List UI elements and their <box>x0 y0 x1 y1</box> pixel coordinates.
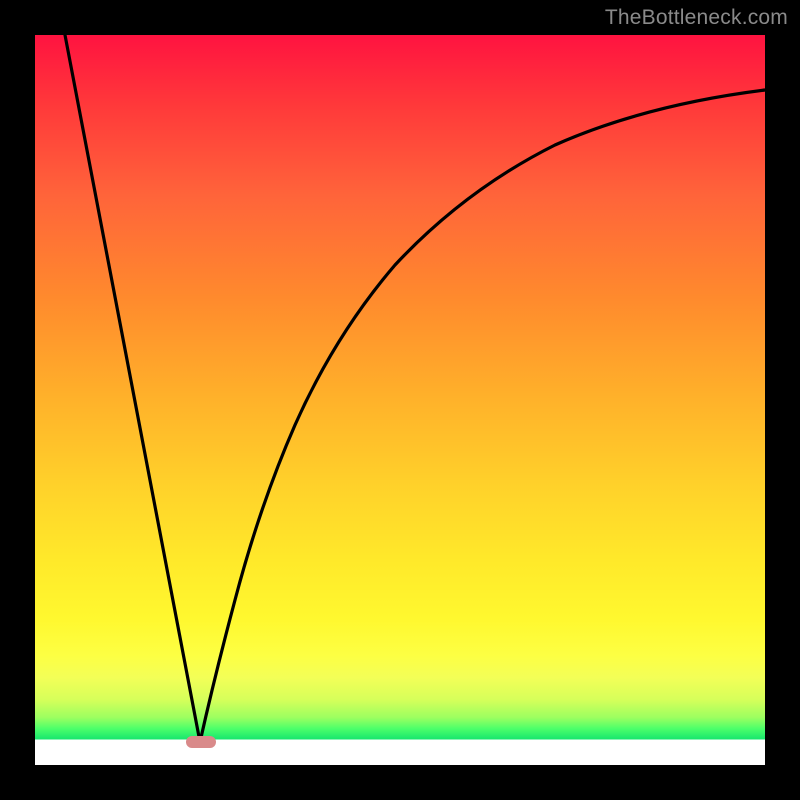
plot-area <box>35 35 765 765</box>
chart-container: TheBottleneck.com <box>0 0 800 800</box>
curve-right-segment <box>200 90 765 742</box>
watermark-text: TheBottleneck.com <box>605 6 788 30</box>
curve-left-segment <box>65 35 200 742</box>
minimum-marker-pill <box>186 736 216 748</box>
chart-curve <box>35 35 765 765</box>
